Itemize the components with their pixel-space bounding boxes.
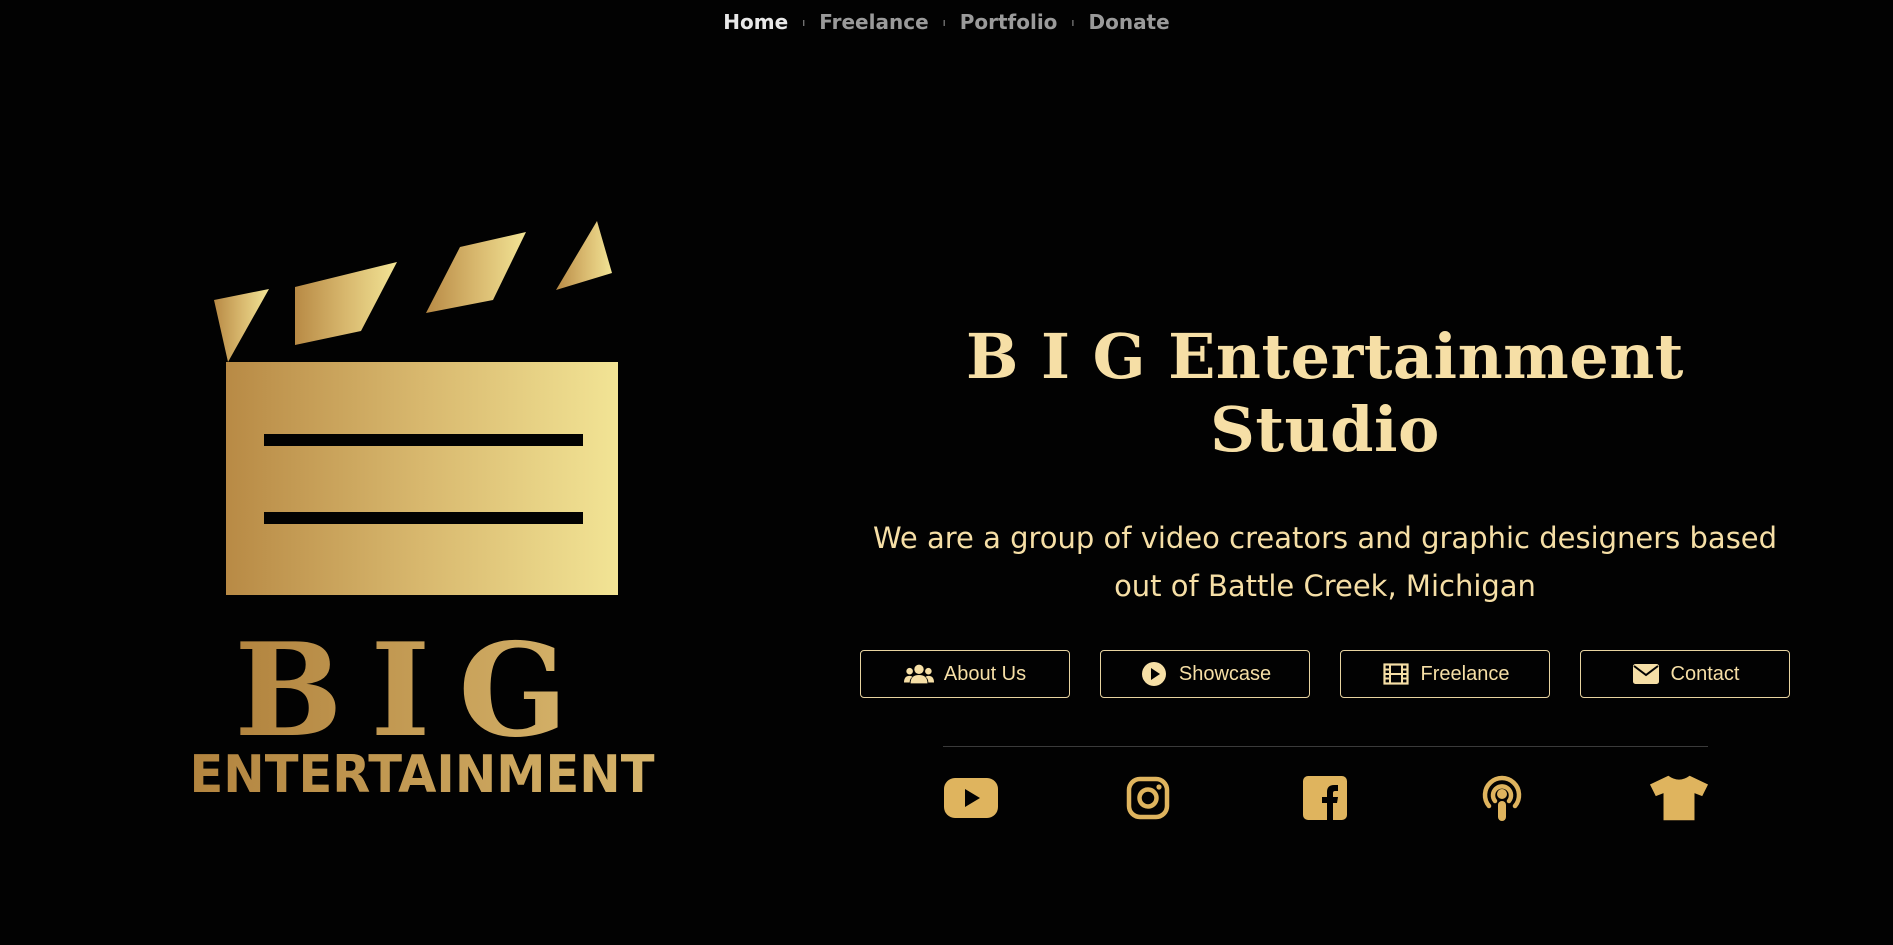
podcast-icon [1482,775,1522,821]
top-nav: Home ı Freelance ı Portfolio ı Donate [0,10,1893,34]
envelope-icon [1631,661,1661,687]
podcast-link[interactable] [1472,773,1532,823]
big-entertainment-logo: BIG ENTERTAINMENT [190,221,655,805]
hero-subtitle: We are a group of video creators and gra… [872,521,1778,603]
facebook-link[interactable] [1295,773,1355,823]
freelance-label: Freelance [1420,662,1510,685]
logo-text-main: BIG [234,616,595,766]
nav-item-portfolio[interactable]: Portfolio [946,10,1072,34]
divider [942,746,1708,747]
page-title: B I G Entertainment Studio [966,320,1684,466]
nav-item-freelance[interactable]: Freelance [805,10,942,34]
instagram-link[interactable] [1118,773,1178,823]
merch-link[interactable] [1649,773,1709,823]
contact-button[interactable]: Contact [1580,650,1790,698]
clapperboard-icon [214,221,618,595]
logo-text-sub: ENTERTAINMENT [190,745,655,805]
youtube-icon [944,778,998,818]
page: Home ı Freelance ı Portfolio ı Donate BI… [0,0,1893,945]
action-buttons: About Us Showcase Freelance Contact [860,650,1790,698]
tshirt-icon [1649,775,1709,821]
showcase-label: Showcase [1178,662,1272,685]
hero-content: B I G Entertainment Studio We are a grou… [850,320,1800,823]
about-us-button[interactable]: About Us [860,650,1070,698]
about-us-label: About Us [943,662,1027,685]
nav-item-home[interactable]: Home [709,10,802,34]
social-links [935,773,1715,823]
nav-item-donate[interactable]: Donate [1074,10,1183,34]
showcase-button[interactable]: Showcase [1100,650,1310,698]
play-circle-icon [1139,661,1169,687]
youtube-link[interactable] [941,773,1001,823]
users-icon [903,661,934,687]
freelance-button[interactable]: Freelance [1340,650,1550,698]
film-icon [1381,661,1411,687]
contact-label: Contact [1670,662,1740,685]
facebook-icon [1303,776,1347,820]
instagram-icon [1126,776,1170,820]
